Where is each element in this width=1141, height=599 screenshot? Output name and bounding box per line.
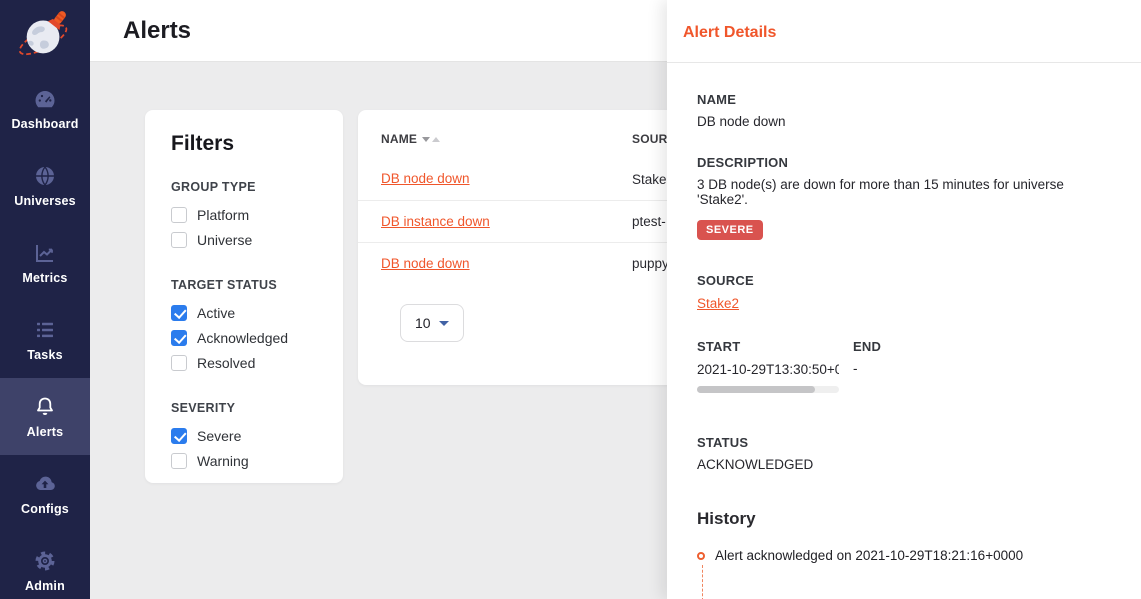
sidebar-item-label: Dashboard bbox=[11, 117, 78, 131]
checkbox-severe[interactable]: Severe bbox=[171, 428, 323, 444]
field-end: END - bbox=[853, 339, 881, 393]
details-title: Alert Details bbox=[667, 0, 1141, 42]
page-size-value: 10 bbox=[415, 315, 431, 331]
sidebar-item-configs[interactable]: Configs bbox=[0, 455, 90, 532]
filters-panel: Filters GROUP TYPE Platform Universe TAR… bbox=[145, 110, 343, 483]
filter-group-group-type: GROUP TYPE Platform Universe bbox=[171, 180, 323, 248]
start-end-row: START 2021-10-29T13:30:50+0000 END - bbox=[697, 339, 1117, 393]
checkbox-icon[interactable] bbox=[171, 453, 187, 469]
sidebar-item-tasks[interactable]: Tasks bbox=[0, 301, 90, 378]
field-label: DESCRIPTION bbox=[697, 155, 1117, 170]
checkbox-label: Active bbox=[197, 305, 235, 321]
field-status: STATUS ACKNOWLEDGED bbox=[697, 435, 1117, 472]
checkbox-icon[interactable] bbox=[171, 207, 187, 223]
filter-group-label: TARGET STATUS bbox=[171, 278, 323, 292]
checkbox-warning[interactable]: Warning bbox=[171, 453, 323, 469]
checkbox-platform[interactable]: Platform bbox=[171, 207, 323, 223]
filters-title: Filters bbox=[171, 132, 323, 156]
timeline-connector bbox=[702, 565, 703, 599]
sidebar-nav: Dashboard Universes Metrics bbox=[0, 70, 90, 599]
sidebar: Dashboard Universes Metrics bbox=[0, 0, 90, 599]
checkbox-label: Resolved bbox=[197, 355, 255, 371]
sidebar-item-dashboard[interactable]: Dashboard bbox=[0, 70, 90, 147]
field-label: NAME bbox=[697, 92, 1117, 107]
field-value: ACKNOWLEDGED bbox=[697, 457, 1117, 472]
line-chart-icon bbox=[33, 241, 57, 265]
timeline-dot-icon bbox=[697, 552, 705, 560]
checkbox-acknowledged[interactable]: Acknowledged bbox=[171, 330, 323, 346]
field-start: START 2021-10-29T13:30:50+0000 bbox=[697, 339, 853, 393]
checkbox-resolved[interactable]: Resolved bbox=[171, 355, 323, 371]
sort-asc-icon bbox=[432, 137, 440, 142]
checkbox-label: Severe bbox=[197, 428, 241, 444]
field-label: START bbox=[697, 339, 853, 354]
chevron-down-icon bbox=[439, 321, 449, 326]
sidebar-item-label: Universes bbox=[14, 194, 76, 208]
checkbox-label: Universe bbox=[197, 232, 252, 248]
checkbox-icon[interactable] bbox=[171, 355, 187, 371]
alerts-page: Dashboard Universes Metrics bbox=[0, 0, 1141, 599]
field-label: STATUS bbox=[697, 435, 1117, 450]
logo-globe-rocket-icon bbox=[12, 8, 78, 62]
history-timeline: Alert acknowledged on 2021-10-29T18:21:1… bbox=[697, 548, 1117, 599]
field-value: 3 DB node(s) are down for more than 15 m… bbox=[697, 177, 1117, 207]
alert-name-link[interactable]: DB instance down bbox=[381, 214, 490, 229]
globe-icon bbox=[33, 164, 57, 188]
field-value: 2021-10-29T13:30:50+0000 bbox=[697, 362, 839, 377]
checkbox-label: Acknowledged bbox=[197, 330, 288, 346]
gauge-icon bbox=[33, 87, 57, 111]
sidebar-item-admin[interactable]: Admin bbox=[0, 532, 90, 599]
sidebar-item-label: Admin bbox=[25, 579, 65, 593]
bell-icon bbox=[33, 395, 57, 419]
checkbox-label: Platform bbox=[197, 207, 249, 223]
severity-badge: SEVERE bbox=[697, 220, 763, 240]
field-description: DESCRIPTION 3 DB node(s) are down for mo… bbox=[697, 155, 1117, 240]
checkbox-active[interactable]: Active bbox=[171, 305, 323, 321]
checkbox-icon[interactable] bbox=[171, 305, 187, 321]
sidebar-item-label: Metrics bbox=[22, 271, 67, 285]
sidebar-item-label: Configs bbox=[21, 502, 69, 516]
sidebar-item-metrics[interactable]: Metrics bbox=[0, 224, 90, 301]
field-value: - bbox=[853, 361, 881, 376]
sort-desc-icon bbox=[422, 137, 430, 142]
field-label: SOURCE bbox=[697, 273, 1117, 288]
history-title: History bbox=[697, 509, 1117, 529]
sidebar-item-universes[interactable]: Universes bbox=[0, 147, 90, 224]
history-event: Alert acknowledged on 2021-10-29T18:21:1… bbox=[697, 548, 1117, 563]
alert-name-link[interactable]: DB node down bbox=[381, 171, 470, 186]
alert-name-link[interactable]: DB node down bbox=[381, 256, 470, 271]
scrollbar-thumb[interactable] bbox=[697, 386, 815, 393]
filter-group-label: SEVERITY bbox=[171, 401, 323, 415]
list-icon bbox=[33, 318, 57, 342]
sidebar-item-alerts[interactable]: Alerts bbox=[0, 378, 90, 455]
checkbox-label: Warning bbox=[197, 453, 249, 469]
checkbox-universe[interactable]: Universe bbox=[171, 232, 323, 248]
page-size-dropdown[interactable]: 10 bbox=[400, 304, 464, 342]
column-header-label: NAME bbox=[381, 132, 417, 146]
horizontal-scrollbar[interactable] bbox=[697, 386, 839, 393]
alert-details-panel: Alert Details NAME DB node down DESCRIPT… bbox=[667, 0, 1141, 599]
checkbox-icon[interactable] bbox=[171, 330, 187, 346]
field-source: SOURCE Stake2 bbox=[697, 273, 1117, 313]
sidebar-item-label: Tasks bbox=[27, 348, 63, 362]
filter-group-severity: SEVERITY Severe Warning bbox=[171, 401, 323, 469]
field-value: DB node down bbox=[697, 114, 1117, 129]
checkbox-icon[interactable] bbox=[171, 232, 187, 248]
source-link[interactable]: Stake2 bbox=[697, 296, 739, 311]
filter-group-target-status: TARGET STATUS Active Acknowledged Resolv… bbox=[171, 278, 323, 371]
field-name: NAME DB node down bbox=[697, 92, 1117, 129]
sort-icons[interactable] bbox=[422, 137, 440, 142]
checkbox-icon[interactable] bbox=[171, 428, 187, 444]
yugabyte-logo[interactable] bbox=[0, 0, 90, 70]
field-label: END bbox=[853, 339, 881, 354]
sidebar-item-label: Alerts bbox=[27, 425, 64, 439]
cloud-upload-icon bbox=[33, 472, 57, 496]
column-header-name[interactable]: NAME bbox=[381, 132, 632, 146]
filter-group-label: GROUP TYPE bbox=[171, 180, 323, 194]
history-event-text: Alert acknowledged on 2021-10-29T18:21:1… bbox=[715, 548, 1023, 563]
details-body: NAME DB node down DESCRIPTION 3 DB node(… bbox=[667, 63, 1141, 599]
gear-icon bbox=[33, 549, 57, 573]
